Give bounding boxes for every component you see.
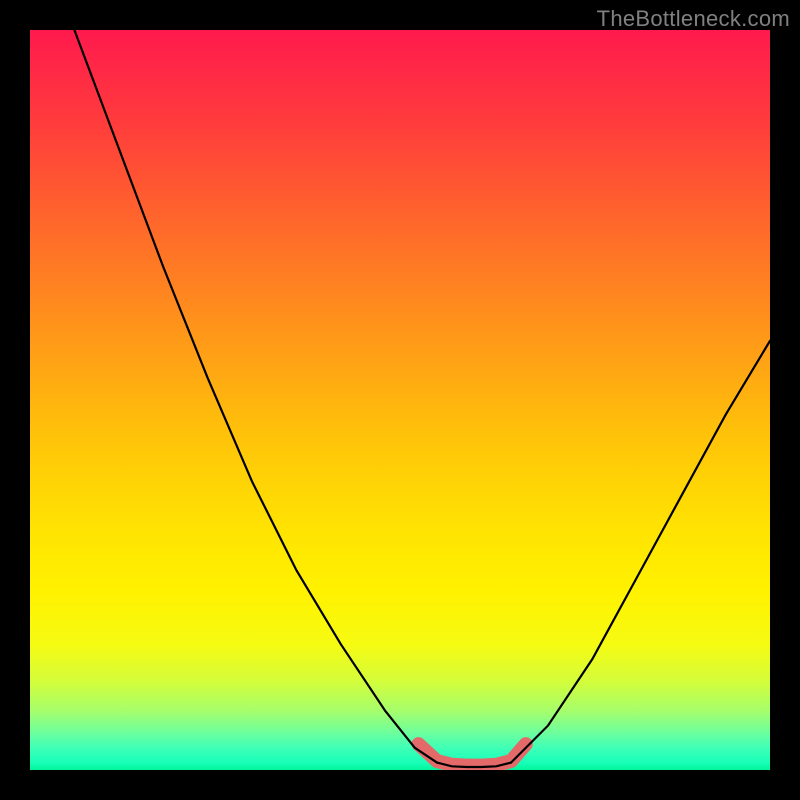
left-curve — [74, 30, 437, 763]
chart-frame: TheBottleneck.com — [0, 0, 800, 800]
watermark-text: TheBottleneck.com — [597, 6, 790, 32]
plot-area — [30, 30, 770, 770]
right-curve — [511, 341, 770, 763]
chart-svg — [30, 30, 770, 770]
